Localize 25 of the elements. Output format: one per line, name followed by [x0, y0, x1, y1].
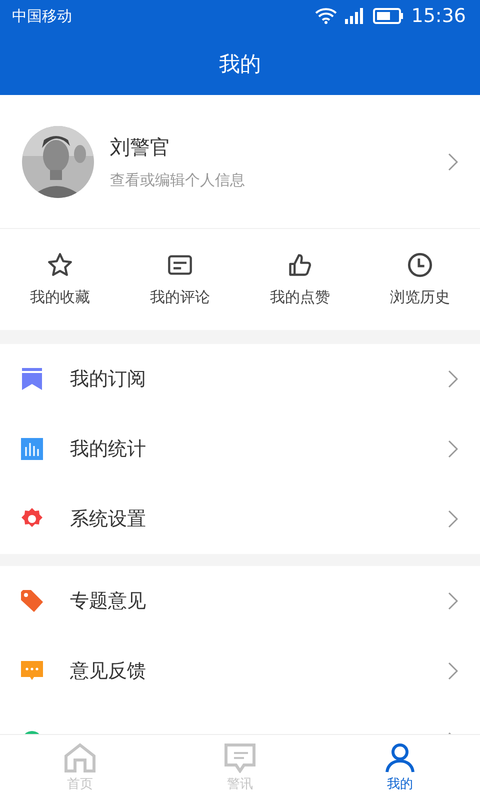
- chevron-right-icon: [448, 370, 458, 388]
- chevron-right-icon: [448, 510, 458, 528]
- chat-bubble-icon: [21, 660, 43, 682]
- chevron-right-icon: [448, 152, 458, 170]
- chevron-right-icon: [448, 440, 458, 458]
- bar-chart-icon: [21, 438, 43, 460]
- page-title: 我的: [219, 50, 261, 78]
- clock-time: 15:36: [411, 5, 466, 27]
- thumbs-up-icon: [287, 252, 313, 278]
- profile-card[interactable]: 刘警官 查看或编辑个人信息: [0, 95, 480, 229]
- message-icon: [224, 742, 256, 772]
- home-icon: [64, 742, 96, 772]
- tag-icon: [20, 589, 44, 613]
- clock-icon: [407, 252, 433, 278]
- person-icon: [384, 742, 416, 772]
- profile-hint: 查看或编辑个人信息: [110, 170, 246, 190]
- chevron-right-icon: [448, 592, 458, 610]
- wifi-icon: [315, 8, 338, 24]
- bookmark-icon: [22, 368, 42, 390]
- signal-icon: [345, 8, 366, 24]
- battery-icon: [373, 8, 404, 24]
- star-icon: [47, 252, 73, 278]
- chevron-right-icon: [448, 662, 458, 680]
- user-name: 刘警官: [110, 134, 171, 160]
- carrier-name: 中国移动: [12, 6, 72, 26]
